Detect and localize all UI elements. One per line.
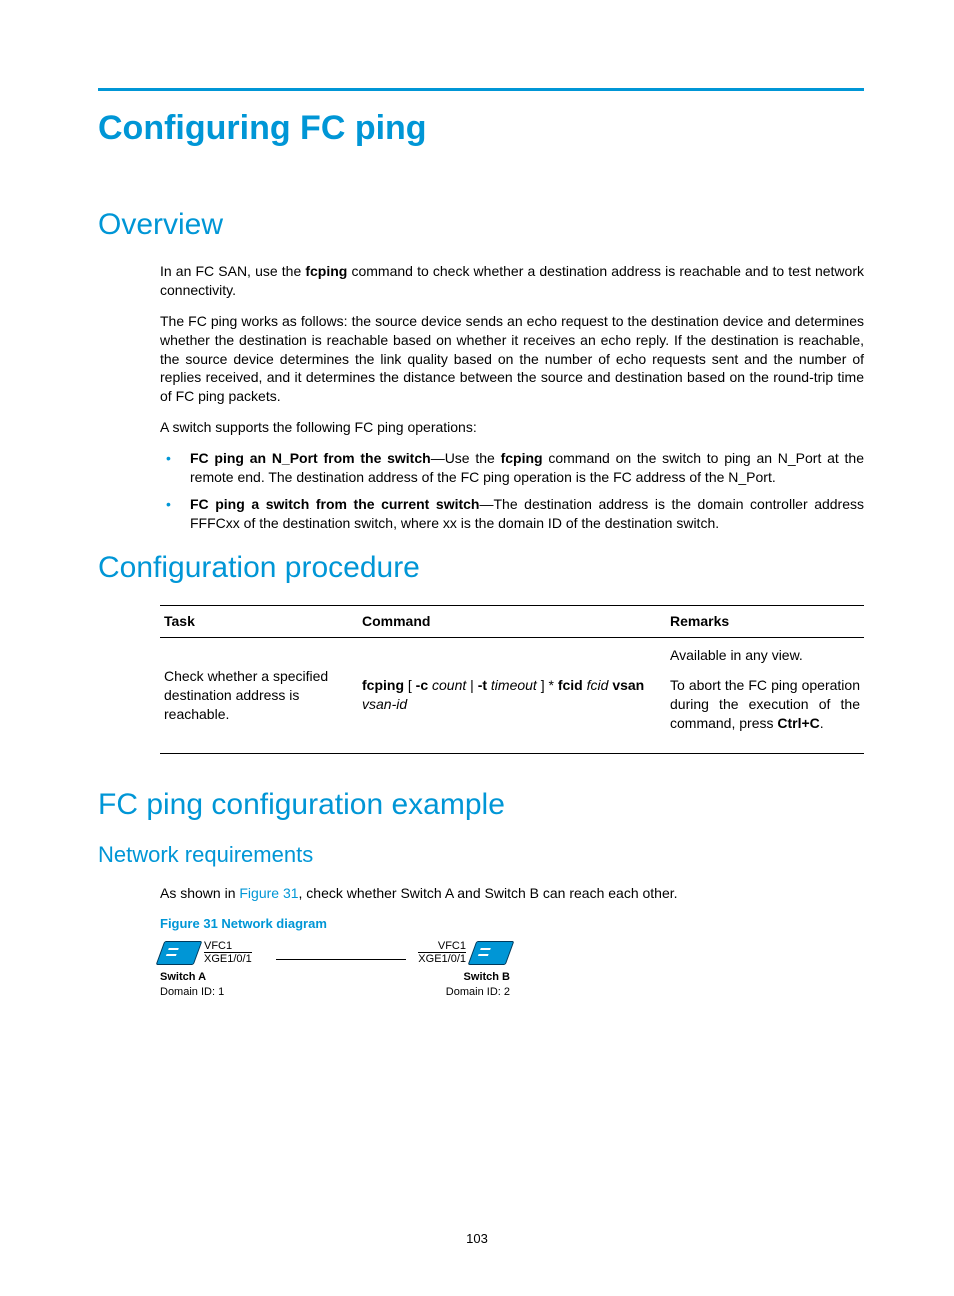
cmd-kw: -c bbox=[416, 677, 428, 693]
text: [ bbox=[404, 677, 416, 693]
text: In an FC SAN, use the bbox=[160, 263, 305, 279]
overview-p2: The FC ping works as follows: the source… bbox=[160, 312, 864, 406]
cmd-kw: vsan bbox=[612, 677, 644, 693]
overview-body: In an FC SAN, use the fcping command to … bbox=[160, 262, 864, 533]
td-remarks: Available in any view. To abort the FC p… bbox=[666, 637, 864, 754]
network-diagram: VFC1 XGE1/0/1 Switch A Domain ID: 1 VFC1… bbox=[160, 941, 864, 1000]
domain-id: Domain ID: 1 bbox=[160, 985, 280, 1000]
config-table: Task Command Remarks Check whether a spe… bbox=[160, 605, 864, 754]
bullet-strong: FC ping an N_Port from the switch bbox=[190, 450, 431, 466]
switch-icon bbox=[468, 941, 515, 965]
th-command: Command bbox=[358, 605, 666, 637]
cmd-arg: fcid bbox=[583, 677, 613, 693]
switch-name: Switch A bbox=[160, 970, 280, 985]
network-req-heading: Network requirements bbox=[98, 842, 864, 868]
xge-label: XGE1/0/1 bbox=[204, 952, 252, 966]
fcping-cmd: fcping bbox=[501, 450, 543, 466]
cmd-arg: timeout bbox=[487, 677, 537, 693]
cmd-kw: -t bbox=[478, 677, 487, 693]
cmd-arg: vsan-id bbox=[362, 696, 407, 712]
example-p: As shown in Figure 31, check whether Swi… bbox=[160, 884, 864, 903]
vfc-label: VFC1 bbox=[438, 941, 466, 953]
fcping-cmd: fcping bbox=[305, 263, 347, 279]
ctrl-c: Ctrl+C bbox=[777, 715, 819, 731]
text: , check whether Switch A and Switch B ca… bbox=[299, 885, 678, 901]
switch-name: Switch B bbox=[390, 970, 510, 985]
diagram-link-line bbox=[276, 959, 406, 960]
overview-p3: A switch supports the following FC ping … bbox=[160, 418, 864, 437]
td-task: Check whether a specified destination ad… bbox=[160, 637, 358, 754]
example-body: As shown in Figure 31, check whether Swi… bbox=[160, 884, 864, 999]
figure-caption: Figure 31 Network diagram bbox=[160, 915, 864, 933]
switch-icon bbox=[156, 941, 203, 965]
bullet-2: FC ping a switch from the current switch… bbox=[160, 495, 864, 533]
td-command: fcping [ -c count | -t timeout ] * fcid … bbox=[358, 637, 666, 754]
switch-b-node: VFC1 XGE1/0/1 Switch B Domain ID: 2 bbox=[390, 941, 510, 1000]
cmd-arg: count bbox=[428, 677, 466, 693]
text: —Use the bbox=[431, 450, 501, 466]
th-remarks: Remarks bbox=[666, 605, 864, 637]
bullet-1: FC ping an N_Port from the switch—Use th… bbox=[160, 449, 864, 487]
overview-heading: Overview bbox=[98, 208, 864, 242]
xge-label: XGE1/0/1 bbox=[418, 952, 466, 966]
th-task: Task bbox=[160, 605, 358, 637]
text: ] * bbox=[537, 677, 558, 693]
bullet-strong: FC ping a switch from the current switch bbox=[190, 496, 479, 512]
top-rule bbox=[98, 88, 864, 91]
cmd-kw: fcid bbox=[558, 677, 583, 693]
text: | bbox=[466, 677, 477, 693]
remarks-2: To abort the FC ping operation during th… bbox=[670, 676, 860, 733]
config-body: Task Command Remarks Check whether a spe… bbox=[160, 605, 864, 754]
switch-a-node: VFC1 XGE1/0/1 Switch A Domain ID: 1 bbox=[160, 941, 280, 1000]
overview-p1: In an FC SAN, use the fcping command to … bbox=[160, 262, 864, 300]
text: As shown in bbox=[160, 885, 239, 901]
page-title: Configuring FC ping bbox=[98, 109, 864, 148]
table-row: Check whether a specified destination ad… bbox=[160, 637, 864, 754]
domain-id: Domain ID: 2 bbox=[390, 985, 510, 1000]
remarks-1: Available in any view. bbox=[670, 646, 860, 665]
example-heading: FC ping configuration example bbox=[98, 788, 864, 822]
overview-bullets: FC ping an N_Port from the switch—Use th… bbox=[160, 449, 864, 533]
cmd-kw: fcping bbox=[362, 677, 404, 693]
text: To abort the FC ping operation during th… bbox=[670, 677, 860, 731]
vfc-label: VFC1 bbox=[204, 941, 232, 953]
figure-link[interactable]: Figure 31 bbox=[239, 885, 298, 901]
text: . bbox=[820, 715, 824, 731]
config-heading: Configuration procedure bbox=[98, 551, 864, 585]
page-number: 103 bbox=[0, 1231, 954, 1246]
